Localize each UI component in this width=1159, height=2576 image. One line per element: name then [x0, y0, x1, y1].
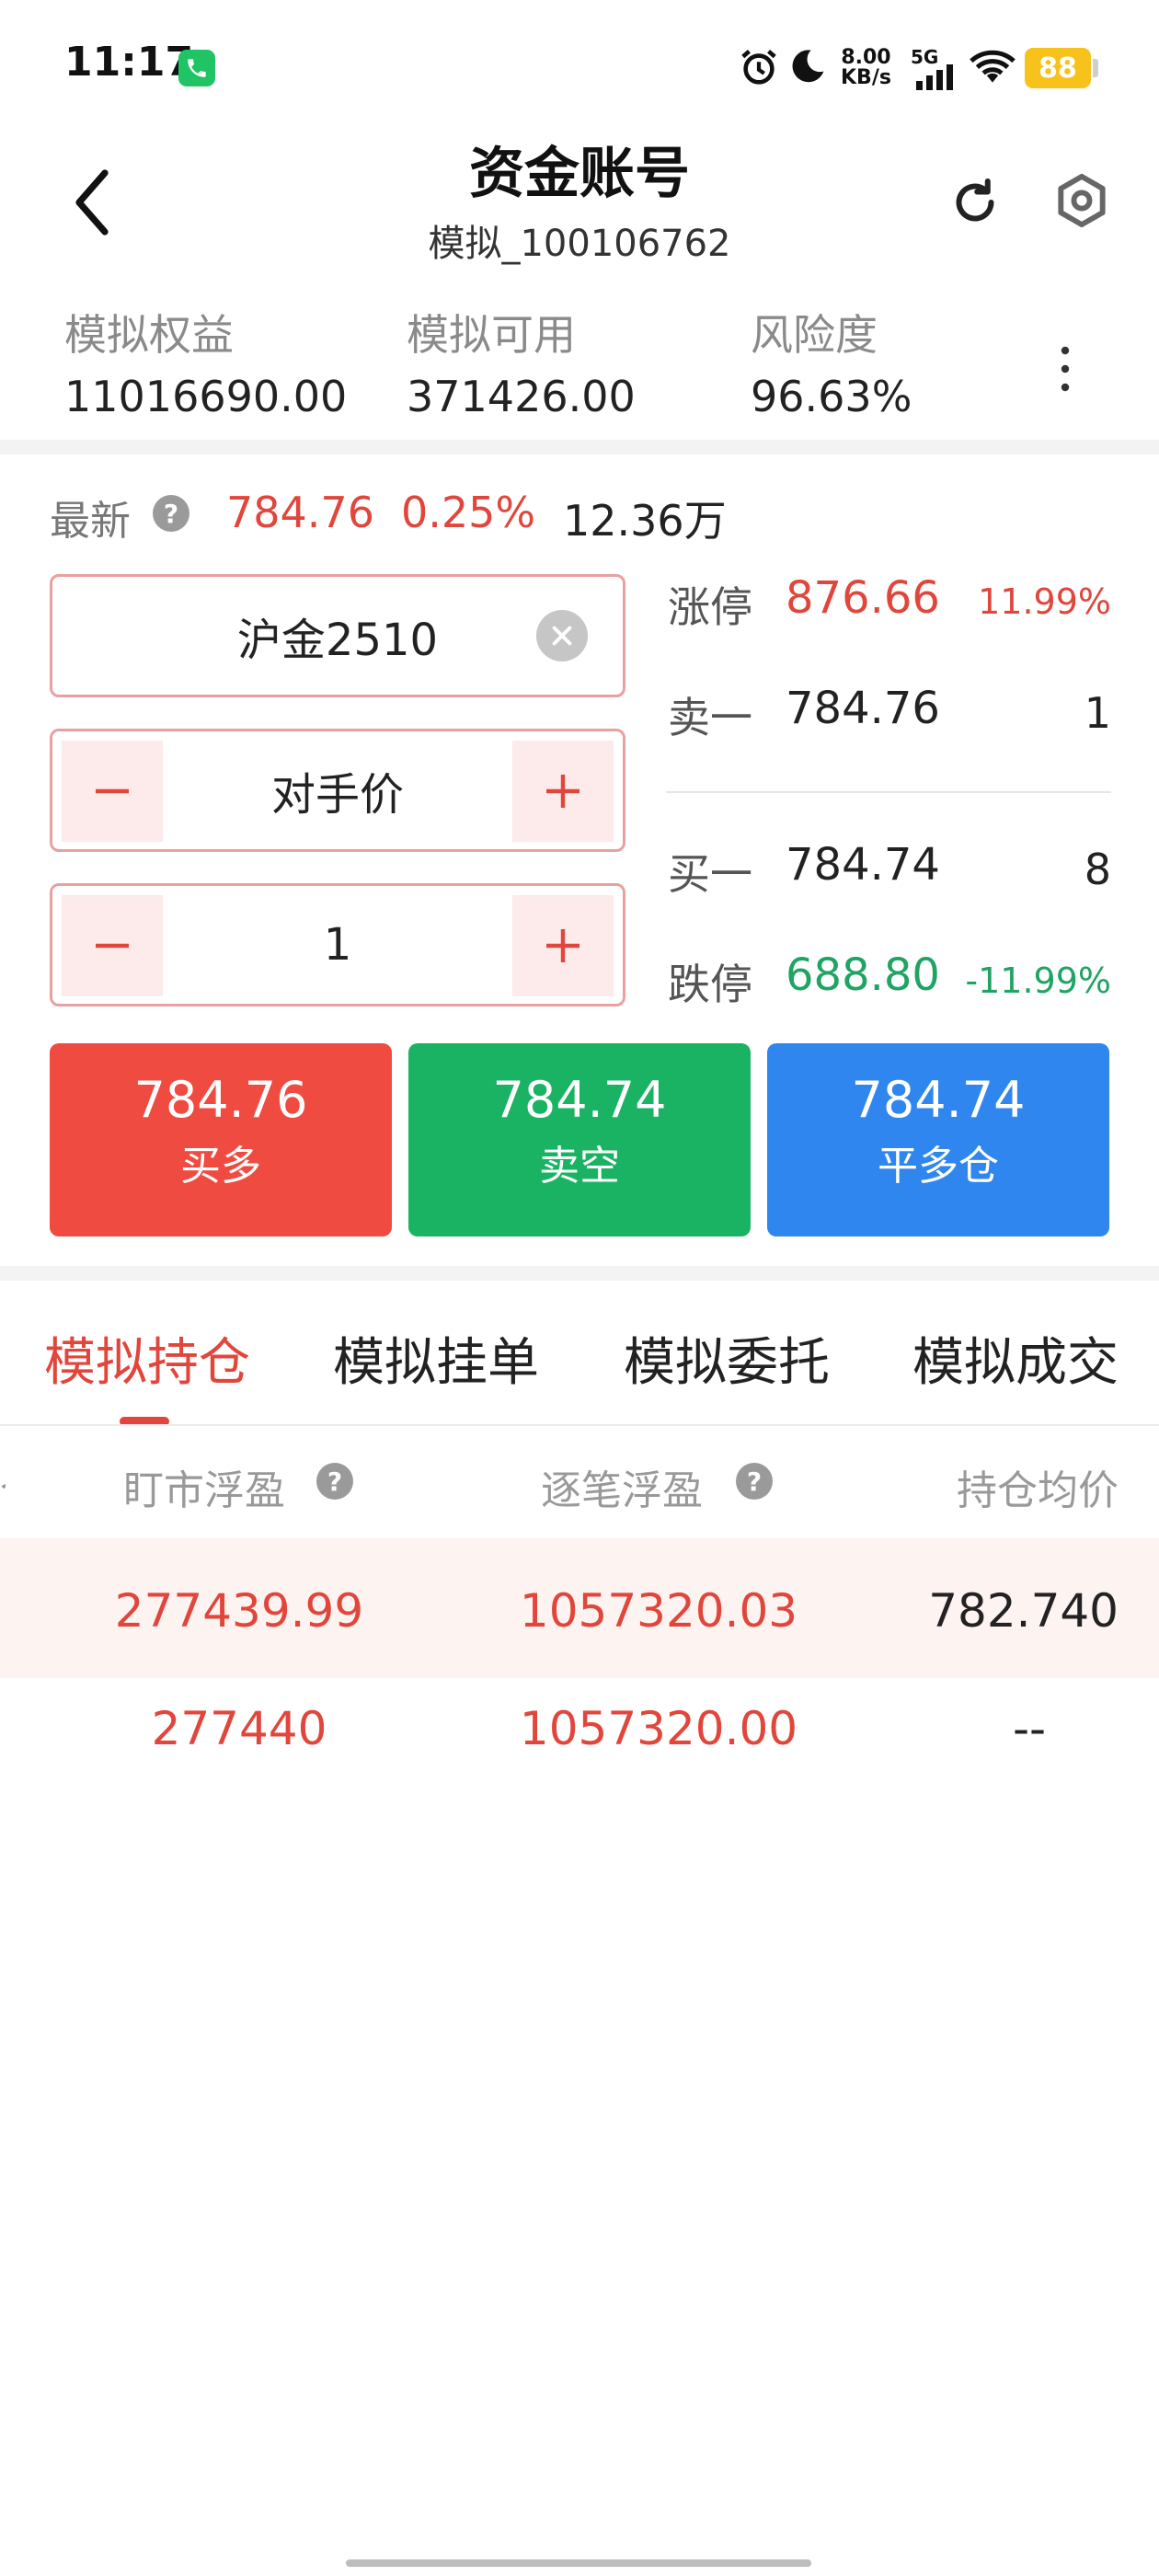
- section-divider: [0, 440, 1159, 454]
- buy-long-label: 买多: [180, 1143, 261, 1190]
- table-cell: 277439.99: [114, 1584, 364, 1638]
- home-indicator[interactable]: [346, 2559, 811, 2567]
- settings-gear-icon[interactable]: [1052, 171, 1111, 234]
- refresh-icon[interactable]: [947, 175, 1003, 234]
- volume: 12.36万: [563, 496, 727, 546]
- table-cell: 782.740: [928, 1584, 1119, 1638]
- equity-value: 11016690.00: [64, 372, 348, 421]
- battery-level: 88: [1025, 48, 1091, 88]
- net-speed-unit: KB/s: [841, 66, 891, 89]
- price-type-stepper[interactable]: 对手价: [50, 729, 625, 852]
- price-increase-button[interactable]: [512, 741, 614, 842]
- network-speed: 8.00 KB/s: [841, 48, 891, 88]
- tab-orders[interactable]: 模拟委托: [624, 1321, 830, 1396]
- table-cell: 277440: [151, 1702, 327, 1755]
- help-icon[interactable]: ?: [736, 1463, 773, 1500]
- price-decrease-button[interactable]: [62, 741, 163, 842]
- do-not-disturb-moon-icon: [787, 46, 828, 90]
- limit-down-label: 跌停: [668, 960, 752, 1009]
- equity-label: 模拟权益: [64, 310, 234, 360]
- limit-up-price: 876.66: [786, 572, 940, 624]
- clear-icon[interactable]: [536, 610, 588, 661]
- contract-input[interactable]: 沪金2510: [50, 574, 625, 697]
- last-price: 784.76: [226, 488, 374, 537]
- help-icon[interactable]: ?: [153, 495, 189, 532]
- limit-down-percent: -11.99%: [965, 960, 1111, 1001]
- quantity-decrease-button[interactable]: [62, 895, 163, 996]
- bid1-quantity: 8: [1084, 845, 1111, 894]
- column-header-mark-to-market: 盯市浮盈: [123, 1467, 285, 1514]
- limit-up-label: 涨停: [668, 582, 752, 632]
- column-header-per-trade: 逐笔浮盈: [541, 1467, 703, 1514]
- risk-value: 96.63%: [751, 372, 912, 421]
- table-cell: 1057320.00: [519, 1702, 798, 1755]
- buy-long-price: 784.76: [133, 1071, 308, 1129]
- tabs-separator: [0, 1424, 1159, 1426]
- table-cell: --: [1012, 1702, 1047, 1755]
- bid1-label: 买一: [668, 849, 752, 899]
- sell-short-price: 784.74: [492, 1071, 667, 1129]
- clipped-column-header: 仓: [0, 1457, 6, 1503]
- alarm-icon: [738, 46, 780, 92]
- bid1-price[interactable]: 784.74: [786, 839, 940, 891]
- buy-long-button[interactable]: 784.76 买多: [50, 1043, 392, 1236]
- close-long-button[interactable]: 784.74 平多仓: [767, 1043, 1109, 1236]
- quantity-increase-button[interactable]: [512, 895, 614, 996]
- tab-trades[interactable]: 模拟成交: [912, 1321, 1119, 1396]
- net-speed-value: 8.00: [841, 46, 891, 69]
- close-long-price: 784.74: [851, 1071, 1026, 1129]
- close-long-label: 平多仓: [878, 1143, 999, 1190]
- available-label: 模拟可用: [407, 310, 576, 360]
- sell-short-label: 卖空: [539, 1143, 620, 1190]
- ask1-label: 卖一: [668, 693, 752, 742]
- section-divider: [0, 1266, 1159, 1281]
- phone-call-icon[interactable]: [178, 50, 215, 86]
- column-header-avg-price: 持仓均价: [957, 1467, 1119, 1514]
- help-icon[interactable]: ?: [316, 1463, 353, 1500]
- tab-pending-orders[interactable]: 模拟挂单: [333, 1321, 539, 1396]
- limit-up-percent: 11.99%: [978, 581, 1111, 622]
- latest-price-label: 最新: [50, 498, 131, 545]
- ask1-quantity: 1: [1084, 688, 1111, 738]
- tab-positions[interactable]: 模拟持仓: [44, 1321, 250, 1396]
- table-cell: 1057320.03: [519, 1584, 798, 1638]
- wifi-icon: [968, 46, 1017, 90]
- change-percent: 0.25%: [401, 488, 536, 537]
- ask1-price[interactable]: 784.76: [786, 683, 940, 734]
- status-time: 11:17: [64, 39, 194, 86]
- available-value: 371426.00: [407, 372, 636, 421]
- limit-down-price: 688.80: [786, 949, 940, 1001]
- cell-signal-icon: [914, 64, 955, 94]
- quantity-stepper[interactable]: 1: [50, 883, 625, 1006]
- more-options-icon[interactable]: [1058, 346, 1073, 392]
- order-book-divider: [666, 791, 1111, 793]
- risk-label: 风险度: [751, 310, 878, 360]
- sell-short-button[interactable]: 784.74 卖空: [408, 1043, 751, 1236]
- battery-tip: [1093, 59, 1098, 77]
